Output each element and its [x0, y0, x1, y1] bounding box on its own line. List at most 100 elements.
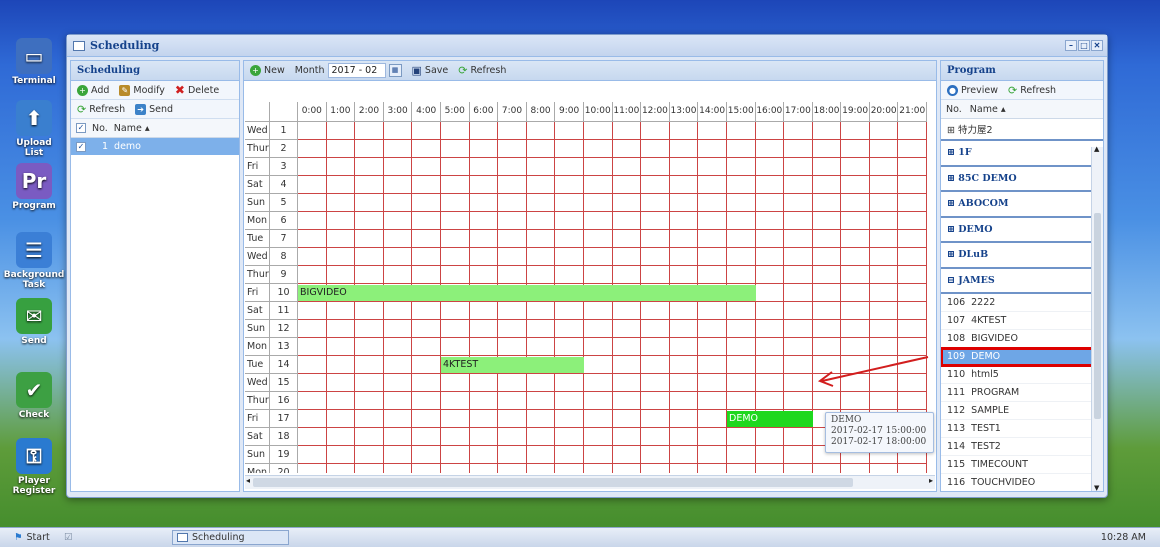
hour-cell[interactable]: [869, 374, 899, 392]
hour-cell[interactable]: [784, 248, 813, 266]
hour-cell[interactable]: [641, 122, 670, 140]
hour-cell[interactable]: [869, 248, 899, 266]
hour-cell[interactable]: [641, 356, 670, 374]
hour-cell[interactable]: [869, 338, 899, 356]
desktop-icon-player-register[interactable]: ⚿ Player Register: [6, 438, 62, 496]
month-input[interactable]: [327, 63, 386, 78]
hour-cell[interactable]: [726, 122, 756, 140]
hour-cell[interactable]: [812, 122, 842, 140]
hour-cell[interactable]: [812, 140, 842, 158]
hour-cell[interactable]: [355, 230, 384, 248]
hour-cell[interactable]: [669, 338, 699, 356]
hour-cell[interactable]: [412, 410, 441, 428]
hour-cell[interactable]: [841, 158, 870, 176]
hour-cell[interactable]: [784, 446, 813, 464]
hour-cell[interactable]: [755, 374, 785, 392]
hour-cell[interactable]: [469, 320, 499, 338]
hour-cell[interactable]: [555, 122, 584, 140]
program-item[interactable]: 109 DEMO: [941, 347, 1103, 367]
hour-cell[interactable]: [555, 140, 584, 158]
hour-cell[interactable]: [812, 194, 842, 212]
hour-cell[interactable]: [412, 122, 441, 140]
hour-cell[interactable]: [841, 212, 870, 230]
hour-cell[interactable]: [812, 158, 842, 176]
hour-cell[interactable]: [355, 320, 384, 338]
hour-cell[interactable]: [412, 446, 441, 464]
hour-cell[interactable]: [584, 464, 613, 473]
hour-cell[interactable]: [440, 428, 470, 446]
hour-cell[interactable]: [298, 212, 327, 230]
hour-cell[interactable]: [440, 446, 470, 464]
hour-cell[interactable]: [726, 176, 756, 194]
horizontal-scrollbar[interactable]: ◂ ▸: [245, 475, 935, 489]
hour-cell[interactable]: [383, 392, 413, 410]
hour-cell[interactable]: [726, 212, 756, 230]
hour-cell[interactable]: [526, 212, 556, 230]
hour-cell[interactable]: [383, 410, 413, 428]
hour-cell[interactable]: [726, 302, 756, 320]
hour-cell[interactable]: [526, 194, 556, 212]
hour-cell[interactable]: [612, 230, 642, 248]
event-bar-bigvideo[interactable]: BIGVIDEO: [298, 285, 756, 301]
hour-cell[interactable]: [812, 248, 842, 266]
hour-cell[interactable]: [469, 266, 499, 284]
hour-cell[interactable]: [841, 266, 870, 284]
hour-cell[interactable]: [641, 428, 670, 446]
hour-cell[interactable]: [526, 248, 556, 266]
hour-cell[interactable]: [583, 122, 613, 140]
column-name[interactable]: Name ▴: [970, 104, 1006, 115]
hour-cell[interactable]: [583, 194, 613, 212]
hour-cell[interactable]: [355, 356, 384, 374]
hour-cell[interactable]: [412, 302, 441, 320]
hour-cell[interactable]: [555, 194, 584, 212]
hour-cell[interactable]: [726, 356, 756, 374]
hour-cell[interactable]: [583, 176, 613, 194]
hour-cell[interactable]: [784, 338, 813, 356]
hour-cell[interactable]: [498, 194, 527, 212]
hour-cell[interactable]: [755, 284, 785, 302]
hour-cell[interactable]: [784, 158, 813, 176]
window-titlebar[interactable]: Scheduling – □ ✕: [67, 35, 1107, 57]
hour-cell[interactable]: [498, 140, 527, 158]
hour-cell[interactable]: [383, 374, 413, 392]
hour-cell[interactable]: [412, 356, 441, 374]
hour-cell[interactable]: [583, 338, 613, 356]
hour-cell[interactable]: [812, 176, 842, 194]
hour-cell[interactable]: [526, 374, 556, 392]
hour-cell[interactable]: [612, 140, 642, 158]
hour-cell[interactable]: [726, 428, 756, 446]
hour-cell[interactable]: [898, 266, 928, 284]
hour-cell[interactable]: [669, 194, 699, 212]
program-item[interactable]: 110 html5: [941, 366, 1103, 384]
hour-cell[interactable]: [355, 212, 384, 230]
hour-cell[interactable]: [498, 464, 527, 473]
hour-cell[interactable]: [383, 338, 413, 356]
hour-cell[interactable]: [784, 122, 813, 140]
hour-cell[interactable]: [355, 248, 384, 266]
hour-cell[interactable]: [326, 194, 356, 212]
hour-cell[interactable]: [355, 428, 384, 446]
hour-cell[interactable]: [669, 356, 699, 374]
program-group[interactable]: ⊞ DLuB: [941, 243, 1103, 269]
hour-cell[interactable]: [383, 176, 413, 194]
hour-cell[interactable]: [326, 302, 356, 320]
hour-cell[interactable]: [812, 212, 842, 230]
hour-cell[interactable]: [898, 338, 928, 356]
hour-cell[interactable]: [383, 140, 413, 158]
hour-cell[interactable]: [869, 122, 899, 140]
hour-cell[interactable]: [698, 140, 727, 158]
hour-cell[interactable]: [784, 302, 813, 320]
hour-cell[interactable]: [326, 428, 356, 446]
hour-cell[interactable]: [812, 284, 842, 302]
hour-cell[interactable]: [726, 140, 756, 158]
program-item[interactable]: 115 TIMECOUNT: [941, 456, 1103, 474]
hour-cell[interactable]: [469, 392, 499, 410]
hour-cell[interactable]: [612, 266, 642, 284]
hour-cell[interactable]: [326, 374, 356, 392]
hour-cell[interactable]: [612, 410, 642, 428]
hour-cell[interactable]: [641, 212, 670, 230]
hour-cell[interactable]: [841, 122, 870, 140]
hour-cell[interactable]: [555, 374, 584, 392]
hour-cell[interactable]: [583, 356, 613, 374]
hour-cell[interactable]: [898, 122, 928, 140]
